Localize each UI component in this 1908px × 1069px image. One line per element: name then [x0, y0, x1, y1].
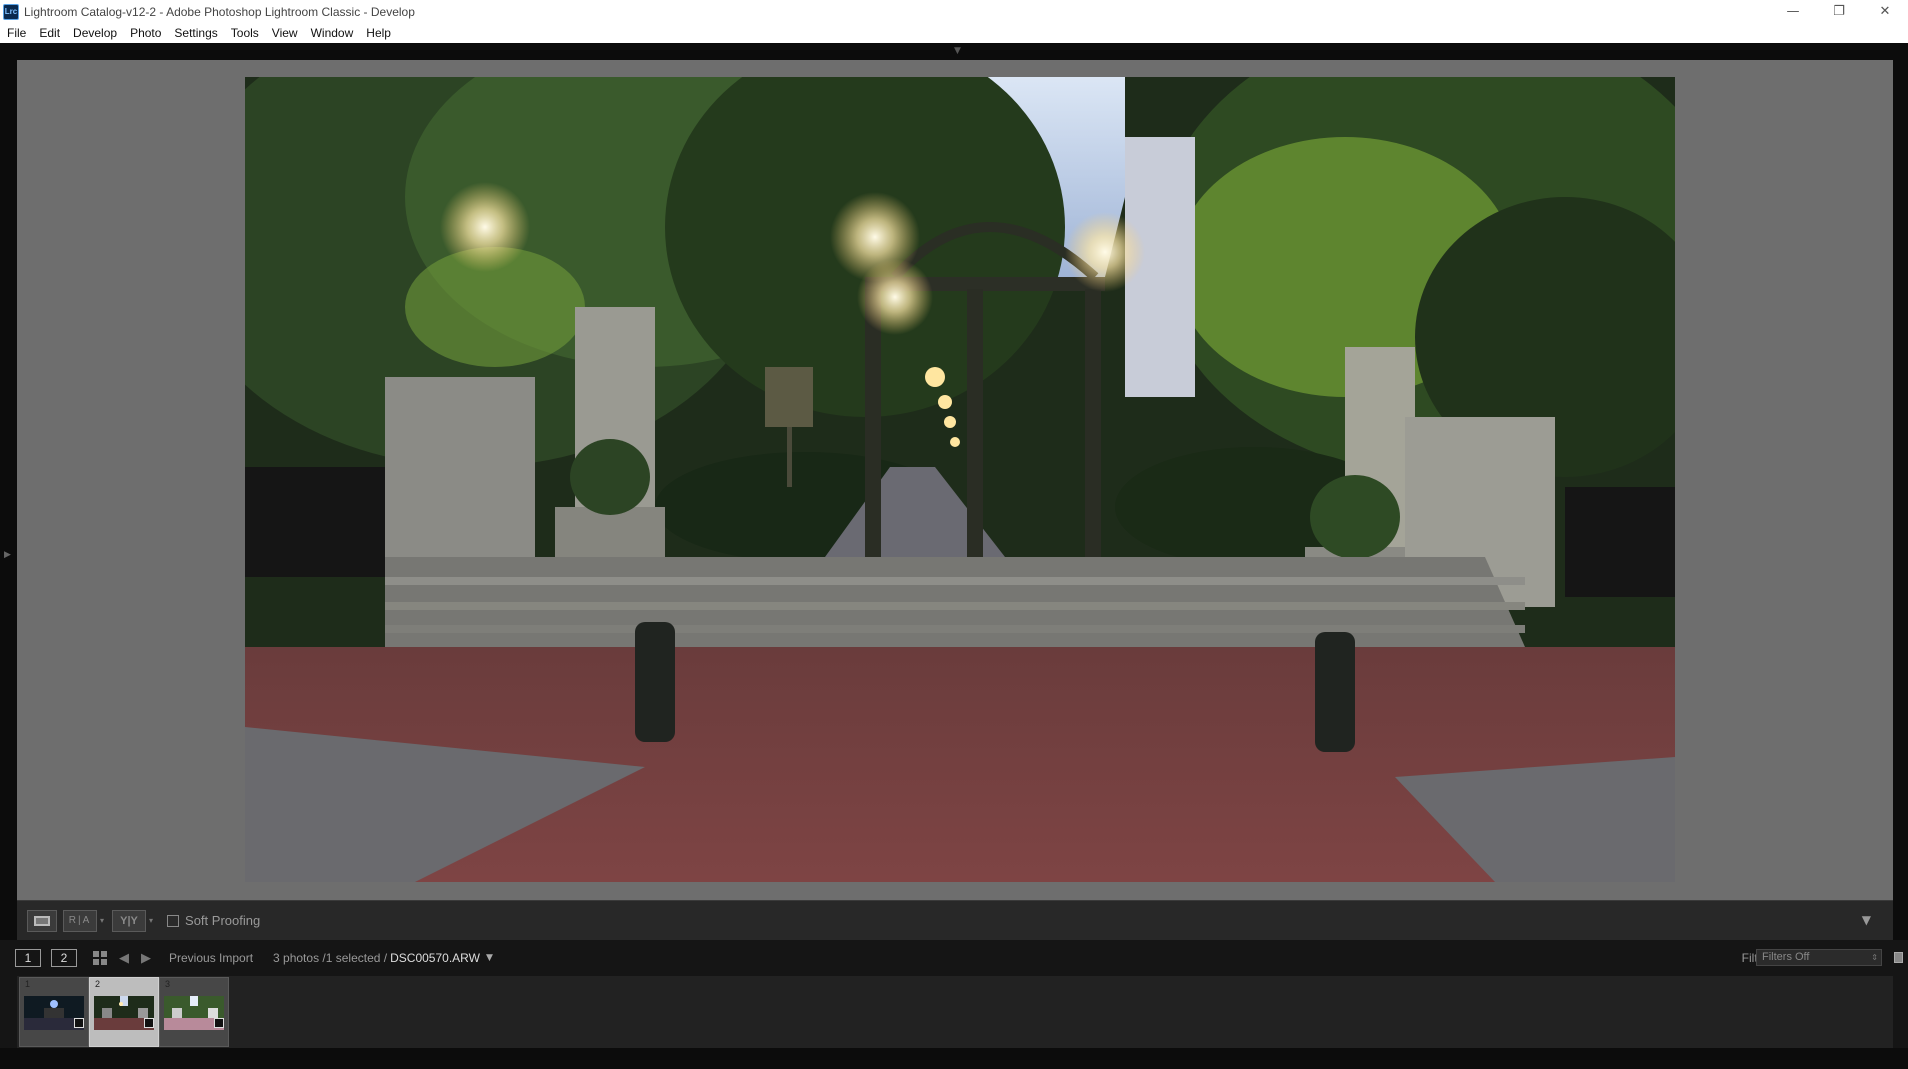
bottom-panel-toggle-strip[interactable] — [0, 1048, 1908, 1069]
primary-display-button[interactable]: 1 — [15, 949, 41, 967]
menu-file[interactable]: File — [7, 26, 26, 40]
menu-view[interactable]: View — [272, 26, 298, 40]
menu-photo[interactable]: Photo — [130, 26, 161, 40]
minimize-icon[interactable]: — — [1770, 0, 1816, 23]
filmstrip-source[interactable]: Previous Import — [169, 951, 253, 965]
main-photo[interactable] — [245, 77, 1675, 882]
menu-tools[interactable]: Tools — [231, 26, 259, 40]
menu-develop[interactable]: Develop — [73, 26, 117, 40]
menu-edit[interactable]: Edit — [39, 26, 60, 40]
window-controls: — ❐ ✕ — [1770, 0, 1908, 23]
back-arrow-icon[interactable]: ◀ — [119, 951, 129, 966]
right-panel-toggle-strip[interactable] — [1893, 60, 1908, 940]
selected-filename[interactable]: DSC00570.ARW — [390, 951, 480, 965]
left-panel-toggle-strip[interactable]: ▶ — [0, 60, 17, 940]
window-title: Lightroom Catalog-v12-2 - Adobe Photosho… — [24, 4, 415, 19]
develop-toolbar: R|A ▾ Y|Y ▾ Soft Proofing ▼ — [17, 900, 1893, 940]
filter-select[interactable]: Filters Off ⇕ — [1756, 949, 1882, 966]
photo-illustration — [245, 77, 1675, 882]
filmstrip-header: 1 2 ◀ ▶ Previous Import 3 photos /1 sele… — [0, 940, 1908, 976]
develop-adjusted-badge-icon — [74, 1018, 84, 1028]
grid-view-icon[interactable] — [93, 951, 107, 965]
filmstrip-thumb-3[interactable]: 3 — [159, 977, 229, 1047]
menu-window[interactable]: Window — [311, 26, 354, 40]
expand-top-panel-icon[interactable]: ▼ — [954, 46, 961, 56]
survey-view-dropdown-icon[interactable]: ▾ — [149, 916, 153, 925]
loupe-view-icon — [34, 915, 50, 926]
develop-image-view — [17, 60, 1893, 900]
before-after-dropdown-icon[interactable]: ▾ — [100, 916, 104, 925]
filter-select-arrows-icon: ⇕ — [1871, 953, 1878, 962]
filmstrip-track: 1 2 3 — [17, 976, 1893, 1048]
survey-view-button[interactable]: Y|Y — [112, 909, 147, 932]
top-panel-toggle-strip[interactable]: ▼ — [0, 43, 1908, 60]
forward-arrow-icon[interactable]: ▶ — [141, 951, 151, 966]
title-bar: Lrc Lightroom Catalog-v12-2 - Adobe Phot… — [0, 0, 1908, 23]
toolbar-options-chevron-icon[interactable]: ▼ — [1862, 913, 1871, 927]
soft-proofing-label: Soft Proofing — [185, 913, 261, 928]
develop-adjusted-badge-icon — [144, 1018, 154, 1028]
soft-proofing-checkbox[interactable] — [167, 914, 180, 927]
before-after-button[interactable]: R|A — [63, 909, 97, 932]
filmstrip-thumb-1[interactable]: 1 — [19, 977, 89, 1047]
filter-value: Filters Off — [1762, 951, 1810, 963]
thumb-index: 2 — [95, 979, 101, 989]
restore-icon[interactable]: ❐ — [1816, 0, 1862, 23]
menu-settings[interactable]: Settings — [174, 26, 217, 40]
develop-adjusted-badge-icon — [214, 1018, 224, 1028]
filmstrip-thumb-2[interactable]: 2 — [89, 977, 159, 1047]
secondary-display-button[interactable]: 2 — [51, 949, 77, 967]
filename-dropdown-icon[interactable]: ▼ — [486, 953, 493, 963]
close-icon[interactable]: ✕ — [1862, 0, 1908, 23]
loupe-view-button[interactable] — [27, 909, 57, 932]
expand-left-panel-icon[interactable]: ▶ — [4, 550, 11, 560]
menu-bar: File Edit Develop Photo Settings Tools V… — [0, 23, 1908, 43]
menu-help[interactable]: Help — [366, 26, 391, 40]
lightroom-app-icon: Lrc — [3, 3, 19, 20]
selection-count: 3 photos /1 selected / — [273, 951, 388, 965]
thumb-index: 3 — [165, 979, 171, 989]
filmstrip: 1 2 3 — [0, 976, 1908, 1048]
thumb-index: 1 — [25, 979, 31, 989]
filter-lock-icon[interactable] — [1894, 952, 1903, 963]
